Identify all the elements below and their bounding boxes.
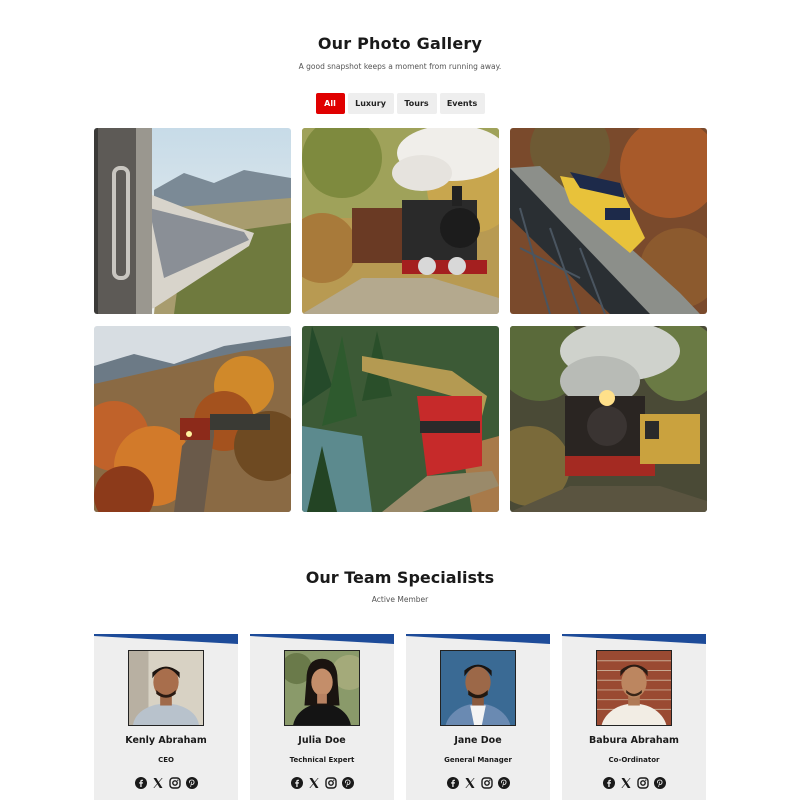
social-links <box>562 777 706 789</box>
x-icon[interactable] <box>308 777 320 789</box>
member-role: General Manager <box>444 756 512 764</box>
filter-events-button[interactable]: Events <box>439 93 485 114</box>
card-stripe <box>94 634 238 644</box>
facebook-icon[interactable] <box>134 777 147 789</box>
team-card-julia-doe: Julia Doe Technical Expert <box>250 634 394 800</box>
card-stripe <box>406 634 550 644</box>
x-icon[interactable] <box>464 777 476 789</box>
gallery-photo-freight-river[interactable] <box>302 326 499 512</box>
instagram-icon[interactable] <box>636 777 649 789</box>
instagram-icon[interactable] <box>480 777 493 789</box>
team-subtitle: Active Member <box>371 595 429 604</box>
pinterest-icon[interactable] <box>497 777 510 789</box>
filter-all-button[interactable]: All <box>315 93 345 114</box>
member-role: CEO <box>158 756 174 764</box>
gallery-photo-trestle-bridge[interactable] <box>510 128 707 314</box>
pinterest-icon[interactable] <box>185 777 198 789</box>
avatar <box>128 650 204 726</box>
member-role: Technical Expert <box>289 756 355 764</box>
member-role: Co-Ordinator <box>608 756 660 764</box>
facebook-icon[interactable] <box>602 777 615 789</box>
card-stripe <box>562 634 706 644</box>
avatar <box>284 650 360 726</box>
instagram-icon[interactable] <box>324 777 337 789</box>
social-links <box>94 777 238 789</box>
member-name: Babura Abraham <box>589 735 679 746</box>
gallery-filter-bar: All Luxury Tours Events <box>0 93 800 114</box>
gallery-photo-train-window[interactable] <box>94 128 291 314</box>
team-card-babura-abraham: Babura Abraham Co-Ordinator <box>562 634 706 800</box>
gallery-subtitle: A good snapshot keeps a moment from runn… <box>298 62 502 71</box>
member-name: Jane Doe <box>454 735 502 746</box>
filter-tours-button[interactable]: Tours <box>396 93 437 114</box>
avatar <box>596 650 672 726</box>
gallery-photo-autumn-mountains[interactable] <box>94 326 291 512</box>
pinterest-icon[interactable] <box>341 777 354 789</box>
team-card-kenly-abraham: Kenly Abraham CEO <box>94 634 238 800</box>
card-stripe <box>250 634 394 644</box>
member-name: Julia Doe <box>298 735 346 746</box>
social-links <box>250 777 394 789</box>
gallery-photo-steam-locomotive[interactable] <box>302 128 499 314</box>
gallery-title: Our Photo Gallery <box>317 34 483 53</box>
member-name: Kenly Abraham <box>125 735 207 746</box>
facebook-icon[interactable] <box>446 777 459 789</box>
pinterest-icon[interactable] <box>653 777 666 789</box>
x-icon[interactable] <box>152 777 164 789</box>
x-icon[interactable] <box>620 777 632 789</box>
team-card-jane-doe: Jane Doe General Manager <box>406 634 550 800</box>
social-links <box>406 777 550 789</box>
team-title: Our Team Specialists <box>305 568 495 587</box>
avatar <box>440 650 516 726</box>
gallery-photo-steam-woods[interactable] <box>510 326 707 512</box>
facebook-icon[interactable] <box>290 777 303 789</box>
filter-luxury-button[interactable]: Luxury <box>347 93 394 114</box>
instagram-icon[interactable] <box>168 777 181 789</box>
